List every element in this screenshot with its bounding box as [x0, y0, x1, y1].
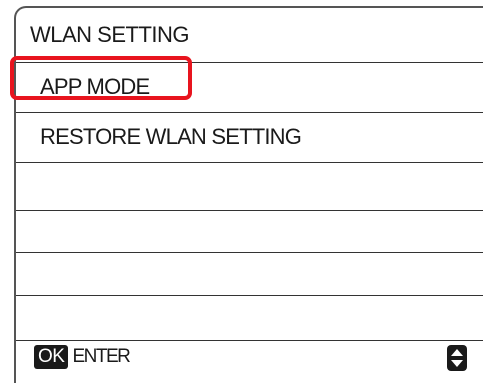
separator [16, 162, 483, 163]
selection-highlight [10, 56, 192, 100]
up-down-arrows-icon [447, 345, 467, 371]
separator [16, 112, 483, 113]
page-title: WLAN SETTING [30, 22, 190, 47]
separator [16, 210, 483, 211]
ok-key-badge: OK [34, 345, 69, 369]
footer-hint: OK ENTER [34, 345, 131, 369]
separator [16, 340, 483, 341]
separator [16, 252, 483, 253]
menu-item-restore-wlan-setting[interactable]: RESTORE WLAN SETTING [40, 124, 302, 150]
enter-label: ENTER [72, 346, 130, 367]
separator [16, 295, 483, 296]
